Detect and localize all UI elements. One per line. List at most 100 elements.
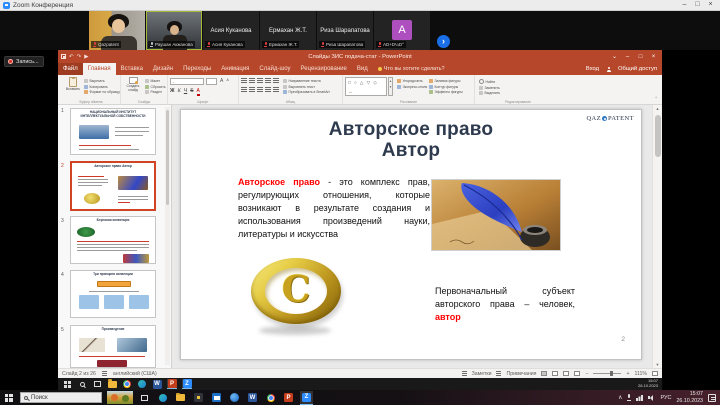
slide-thumbnail-1[interactable]: НАЦИОНАЛЬНЫЙ ИНСТИТУТ ИНТЕЛЛЕКТУАЛЬНОЙ С… xyxy=(70,108,156,155)
participant-tile[interactable]: A AD+D¼D° xyxy=(374,11,430,50)
tab-file[interactable]: Файл xyxy=(58,63,83,75)
replace-button[interactable]: Заменить xyxy=(479,86,500,90)
close-icon[interactable]: × xyxy=(704,0,717,10)
next-participants-button[interactable]: › xyxy=(437,35,450,48)
zoom-app-taskbar-icon[interactable]: Z xyxy=(300,391,313,405)
select-button[interactable]: Выделить xyxy=(479,91,500,95)
cut-button[interactable]: Вырезать xyxy=(84,79,120,83)
font-color-button[interactable]: А xyxy=(197,89,200,96)
share-button[interactable]: Общий доступ xyxy=(618,66,657,72)
powerpoint-icon[interactable]: P xyxy=(282,391,295,405)
layout-button[interactable]: Макет xyxy=(145,79,166,83)
bold-button[interactable]: Ж xyxy=(170,88,175,94)
align-text-button[interactable]: Выровнять текст xyxy=(283,85,330,89)
slide[interactable]: QAZ PATENT Авторское право Автор Авторск… xyxy=(180,109,642,360)
zoom-out-icon[interactable]: − xyxy=(585,371,588,377)
participant-tile[interactable]: Асия Куканова Асия Куканова xyxy=(203,11,259,50)
shared-file-explorer-icon[interactable] xyxy=(107,379,117,389)
slide-thumbnail-4[interactable]: Три принципа конвенции xyxy=(70,270,156,318)
reset-button[interactable]: Сбросить xyxy=(145,85,166,89)
action-center-icon[interactable] xyxy=(708,394,716,402)
arrange-button[interactable]: Упорядочить xyxy=(397,79,427,83)
scrollbar-thumb[interactable] xyxy=(655,115,661,157)
italic-button[interactable]: К xyxy=(178,89,181,94)
tray-mic-icon[interactable] xyxy=(627,394,631,401)
justify-icon[interactable] xyxy=(265,87,271,92)
ppt-close-icon[interactable]: × xyxy=(648,54,659,60)
slide-title[interactable]: Авторское право Автор xyxy=(181,119,641,161)
redo-icon[interactable]: ↷ xyxy=(77,54,82,60)
word-icon[interactable]: W xyxy=(246,391,259,405)
strikethrough-button[interactable]: S xyxy=(190,88,193,94)
indent-increase-icon[interactable] xyxy=(265,78,271,83)
smartart-button[interactable]: Преобразовать в SmartArt xyxy=(283,90,330,94)
notes-toggle[interactable]: Заметки xyxy=(472,371,492,377)
line-spacing-icon[interactable] xyxy=(273,78,279,83)
taskbar-search-input[interactable]: Поиск xyxy=(20,392,102,403)
tab-transitions[interactable]: Переходы xyxy=(178,63,216,75)
shared-start-button[interactable] xyxy=(62,379,72,389)
tab-slideshow[interactable]: Слайд-шоу xyxy=(254,63,295,75)
thumbnail-scrollbar[interactable] xyxy=(165,107,170,365)
paste-button[interactable]: Вставить xyxy=(64,77,82,92)
shared-search-icon[interactable] xyxy=(77,379,87,389)
ppt-restore-icon[interactable]: □ xyxy=(635,54,646,60)
tab-view[interactable]: Вид xyxy=(352,63,373,75)
chrome-icon[interactable] xyxy=(264,391,277,405)
maximize-icon[interactable]: □ xyxy=(691,0,704,10)
save-icon[interactable] xyxy=(61,54,66,59)
scroll-down-icon[interactable]: ▼ xyxy=(653,362,662,367)
indent-decrease-icon[interactable] xyxy=(257,78,263,83)
zoom-in-icon[interactable]: + xyxy=(626,371,629,377)
sign-in-button[interactable]: Вход xyxy=(586,66,599,72)
section-button[interactable]: Раздел xyxy=(145,90,166,94)
tray-chevron-icon[interactable]: ∧ xyxy=(618,394,622,401)
text-direction-button[interactable]: Направление текста xyxy=(283,79,330,83)
slide-thumbnail-3[interactable]: Бернская конвенция xyxy=(70,216,156,264)
slideshow-view-icon[interactable] xyxy=(574,371,580,376)
new-slide-button[interactable]: Создать слайд xyxy=(122,77,144,92)
slide-thumbnail-2-selected[interactable]: Авторское право Автор xyxy=(70,161,156,211)
font-grow-shrink-icons[interactable]: A ᴬ xyxy=(220,78,230,84)
numbering-icon[interactable] xyxy=(249,78,255,83)
recording-indicator[interactable]: Запись... xyxy=(4,56,44,67)
shape-fill-button[interactable]: Заливка фигуры xyxy=(429,79,463,83)
font-size-select[interactable] xyxy=(206,78,217,85)
undo-icon[interactable]: ↶ xyxy=(69,54,74,60)
taskview-button[interactable] xyxy=(138,391,151,405)
quick-styles-button[interactable]: Экспресс-стили xyxy=(397,85,427,89)
mail-app-icon[interactable] xyxy=(210,391,223,405)
slide-body-text[interactable]: Авторское право - это комплекс прав, рег… xyxy=(238,176,430,241)
shared-chrome-icon[interactable] xyxy=(122,379,132,389)
normal-view-icon[interactable] xyxy=(541,371,547,376)
volume-icon[interactable] xyxy=(648,395,655,401)
edge-icon[interactable] xyxy=(156,391,169,405)
taskbar-clock[interactable]: 15:07 26.10.2023 xyxy=(676,391,703,404)
tab-design[interactable]: Дизайн xyxy=(148,63,178,75)
participant-video-tile[interactable]: Qazpatent xyxy=(89,11,145,50)
participant-video-tile[interactable]: Раушан Акжанова xyxy=(146,11,202,50)
store-app-icon[interactable] xyxy=(192,391,205,405)
weather-widget[interactable] xyxy=(107,391,133,404)
quill-pen-image[interactable] xyxy=(431,179,561,251)
columns-icon[interactable] xyxy=(273,87,279,92)
keyboard-language[interactable]: РУС xyxy=(660,395,671,401)
shared-word-icon[interactable]: W xyxy=(152,379,162,389)
align-center-icon[interactable] xyxy=(249,87,255,92)
comments-toggle[interactable]: Примечания xyxy=(506,371,536,377)
ribbon-options-icon[interactable]: ⌄ xyxy=(609,53,620,60)
copyright-symbol-image[interactable]: C xyxy=(251,258,341,324)
reading-view-icon[interactable] xyxy=(563,371,569,376)
file-explorer-icon[interactable] xyxy=(174,391,187,405)
participant-tile[interactable]: Риза Шарапатова Риза Шарапатова xyxy=(317,11,373,50)
zoom-percentage[interactable]: 111% xyxy=(635,371,648,377)
language-status[interactable]: английский (США) xyxy=(113,371,157,377)
format-painter-button[interactable]: Формат по образцу xyxy=(84,90,120,94)
shared-powerpoint-icon[interactable]: P xyxy=(167,379,177,389)
find-button[interactable]: Найти xyxy=(479,79,500,84)
collapse-ribbon-icon[interactable]: ⌃ xyxy=(654,96,658,102)
ppt-minimize-icon[interactable]: – xyxy=(622,54,633,60)
shapes-gallery[interactable]: □ ○ △ ▽ ◇ → xyxy=(345,77,387,96)
slide-scrollbar[interactable]: ▲ ▼ xyxy=(652,105,662,368)
slide-note-text[interactable]: Первоначальный субъект авторского права … xyxy=(435,285,575,324)
